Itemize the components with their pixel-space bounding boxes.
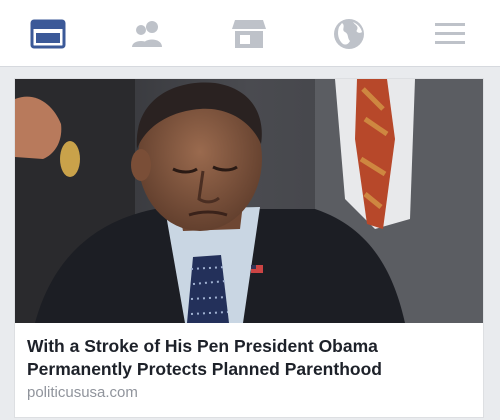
top-navigation-bar bbox=[0, 0, 500, 67]
article-photo[interactable] bbox=[15, 79, 483, 323]
nav-globe[interactable] bbox=[319, 0, 379, 67]
friends-icon bbox=[132, 20, 162, 47]
nav-marketplace[interactable] bbox=[219, 0, 279, 67]
globe-icon bbox=[334, 18, 364, 49]
article-domain: politicususa.com bbox=[27, 384, 138, 401]
link-preview-card[interactable]: With a Stroke of His Pen President Obama… bbox=[14, 78, 484, 418]
nav-news-feed[interactable] bbox=[18, 0, 78, 67]
nav-menu[interactable] bbox=[420, 0, 480, 67]
menu-icon bbox=[435, 22, 465, 44]
nav-friends[interactable] bbox=[118, 0, 178, 67]
article-headline[interactable]: With a Stroke of His Pen President Obama… bbox=[27, 335, 473, 381]
marketplace-icon bbox=[232, 19, 266, 48]
news-feed-icon bbox=[30, 19, 66, 48]
